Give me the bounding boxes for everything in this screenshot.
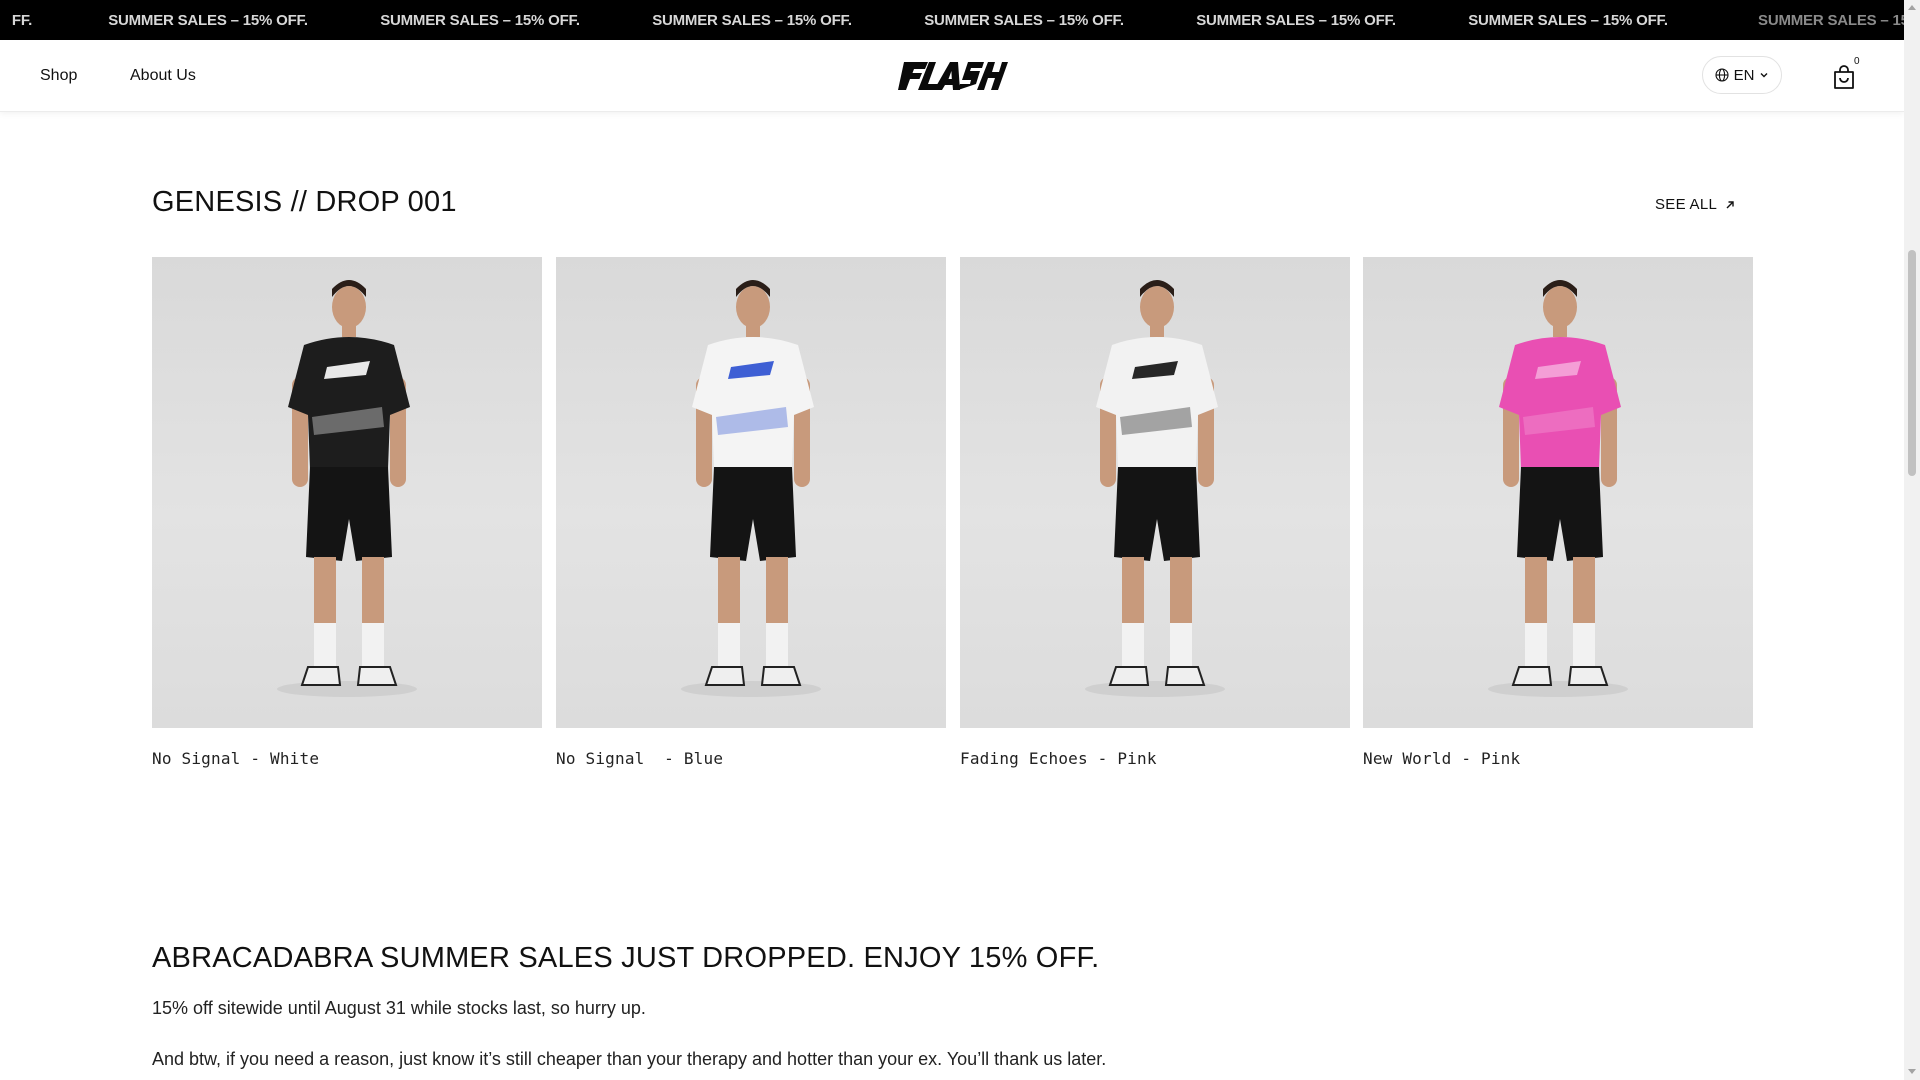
product-name[interactable]: Fading Echoes - Pink [960, 749, 1350, 768]
shopping-bag-icon [1834, 65, 1854, 89]
product-image[interactable] [960, 257, 1350, 728]
announcement-text: SUMMER SALES – 15% OFF. [1468, 11, 1668, 29]
announcement-track: FF. SUMMER SALES – 15% OFF. SUMMER SALES… [0, 0, 1904, 40]
product-name[interactable]: No Signal - Blue [556, 749, 946, 768]
model-figure [681, 280, 821, 697]
see-all-label: SEE ALL [1655, 196, 1718, 213]
announcement-text: SUMMER SALES – 15% OFF. [1196, 11, 1396, 29]
flash-logo-mark [898, 62, 1008, 90]
product-image[interactable] [152, 257, 542, 728]
nav-shop-link[interactable]: Shop [40, 40, 77, 112]
product-image[interactable] [1363, 257, 1753, 728]
site-header: Shop About Us EN 0 [0, 40, 1904, 112]
scrollbar-thumb[interactable] [1908, 250, 1916, 476]
cart-count: 0 [1854, 56, 1860, 67]
announcement-text: SUMMER SALES – 15% OFF. [108, 11, 308, 29]
product-image[interactable] [556, 257, 946, 728]
model-figure [277, 280, 417, 697]
scroll-up-arrow-icon[interactable] [1908, 5, 1916, 10]
language-selector[interactable]: EN [1702, 56, 1782, 94]
globe-icon [1715, 68, 1729, 82]
collection-title: GENESIS // DROP 001 [152, 186, 457, 218]
model-figure [1085, 280, 1225, 697]
page-scrollbar[interactable] [1904, 0, 1920, 1080]
language-label: EN [1733, 66, 1755, 84]
announcement-bar: FF. SUMMER SALES – 15% OFF. SUMMER SALES… [0, 0, 1904, 40]
announcement-text: SUMMER SALES – 15% OFF. [380, 11, 580, 29]
product-card[interactable]: No Signal - White [152, 257, 542, 768]
promo-text: And btw, if you need a reason, just know… [152, 1049, 1107, 1069]
cart-button[interactable]: 0 [1832, 56, 1866, 94]
announcement-text: SUMMER SALES – 15% OFF. [924, 11, 1124, 29]
brand-logo[interactable] [898, 58, 1008, 94]
see-all-link[interactable]: SEE ALL [1655, 196, 1735, 213]
product-card[interactable]: Fading Echoes - Pink [960, 257, 1350, 768]
product-name[interactable]: New World - Pink [1363, 749, 1753, 768]
product-name[interactable]: No Signal - White [152, 749, 542, 768]
announcement-text: SUMMER SALES – 15% [1758, 11, 1904, 29]
arrow-up-right-icon [1726, 200, 1734, 208]
product-card[interactable]: New World - Pink [1363, 257, 1753, 768]
chevron-down-icon [1760, 73, 1768, 78]
scroll-down-arrow-icon[interactable] [1908, 1069, 1916, 1074]
product-card[interactable]: No Signal - Blue [556, 257, 946, 768]
promo-text: 15% off sitewide until August 31 while s… [152, 998, 646, 1018]
nav-about-link[interactable]: About Us [130, 40, 196, 112]
model-figure [1488, 280, 1628, 697]
promo-title: ABRACADABRA SUMMER SALES JUST DROPPED. E… [152, 942, 1100, 974]
announcement-text: FF. [11, 11, 33, 29]
announcement-text: SUMMER SALES – 15% OFF. [652, 11, 852, 29]
